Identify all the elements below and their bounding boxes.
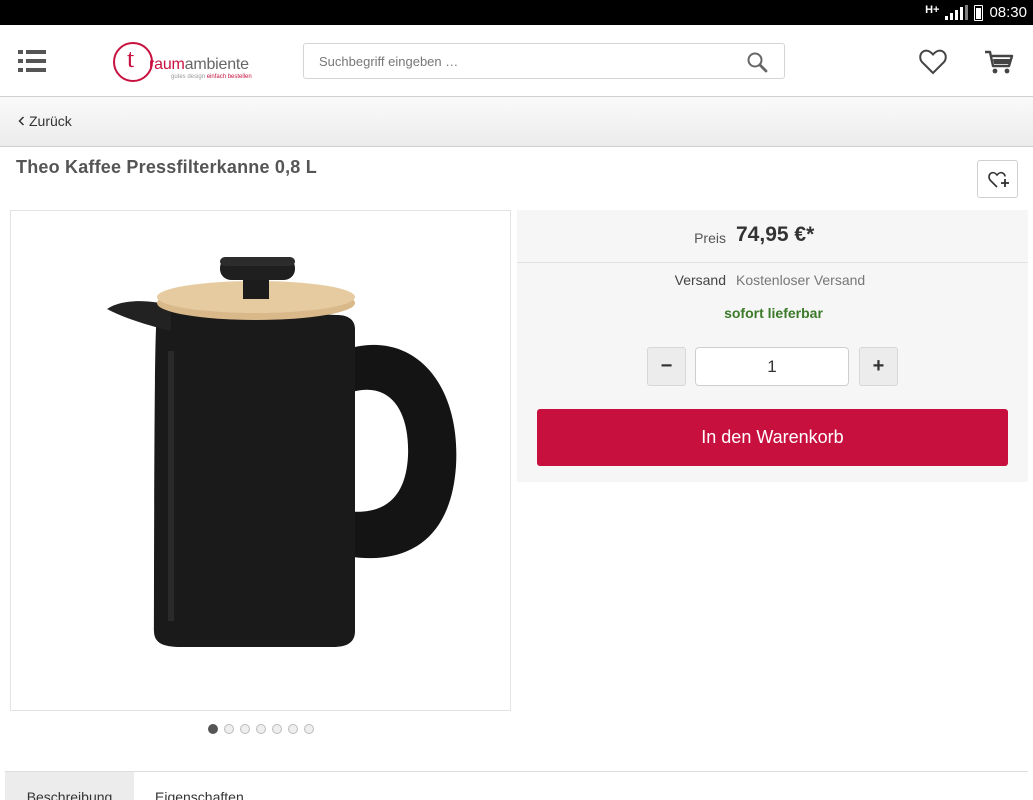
battery-icon <box>974 4 984 21</box>
add-to-wishlist-button[interactable] <box>977 160 1018 198</box>
gallery-dot[interactable] <box>256 724 266 734</box>
logo-letter: t <box>127 44 135 73</box>
cart-icon[interactable] <box>983 47 1015 77</box>
quantity-increase-button[interactable]: + <box>859 347 898 386</box>
tab-description[interactable]: Beschreibung <box>5 772 134 800</box>
quantity-decrease-button[interactable]: − <box>647 347 686 386</box>
menu-icon[interactable] <box>18 50 48 72</box>
gallery-dots <box>208 724 314 734</box>
gallery-dot[interactable] <box>240 724 250 734</box>
quantity-input[interactable] <box>695 347 849 386</box>
gallery-dot[interactable] <box>208 724 218 734</box>
back-link[interactable]: Zurück <box>18 113 72 129</box>
product-image[interactable] <box>10 210 511 711</box>
gallery-dot[interactable] <box>224 724 234 734</box>
product-tabs: Beschreibung Eigenschaften <box>5 771 1028 800</box>
heart-plus-icon <box>988 171 1009 188</box>
search-icon[interactable] <box>746 51 768 73</box>
site-logo[interactable]: t raumambiente gutes design einfach best… <box>113 40 258 84</box>
gallery-dot[interactable] <box>304 724 314 734</box>
gallery-dot[interactable] <box>272 724 282 734</box>
french-press-image <box>107 257 457 647</box>
buy-box: Preis 74,95 €* Versand Kostenloser Versa… <box>517 210 1028 482</box>
clock: 08:30 <box>989 4 1027 21</box>
back-label: Zurück <box>29 113 72 129</box>
price-label: Preis <box>694 230 726 246</box>
signal-icon <box>945 5 969 20</box>
price-value: 74,95 €* <box>736 223 815 246</box>
availability-status: sofort lieferbar <box>724 305 823 321</box>
network-type: H+ <box>925 3 940 16</box>
heart-icon[interactable] <box>918 47 948 77</box>
add-to-cart-button[interactable]: In den Warenkorb <box>537 409 1008 466</box>
shipping-label: Versand <box>674 272 726 288</box>
status-bar: H+ 08:30 <box>0 0 1033 25</box>
tab-properties[interactable]: Eigenschaften <box>155 772 244 800</box>
logo-tagline: gutes design einfach bestellen <box>171 74 252 80</box>
search-input[interactable] <box>304 44 734 78</box>
gallery-dot[interactable] <box>288 724 298 734</box>
product-title: Theo Kaffee Pressfilterkanne 0,8 L <box>16 157 317 177</box>
search-box <box>303 43 785 79</box>
back-bar: Zurück <box>0 97 1033 147</box>
chevron-left-icon <box>18 116 25 126</box>
logo-wordmark: raumambiente <box>149 56 249 73</box>
site-header: t raumambiente gutes design einfach best… <box>0 25 1033 97</box>
price-row: Preis 74,95 €* <box>517 210 1028 263</box>
shipping-value: Kostenloser Versand <box>736 272 866 288</box>
